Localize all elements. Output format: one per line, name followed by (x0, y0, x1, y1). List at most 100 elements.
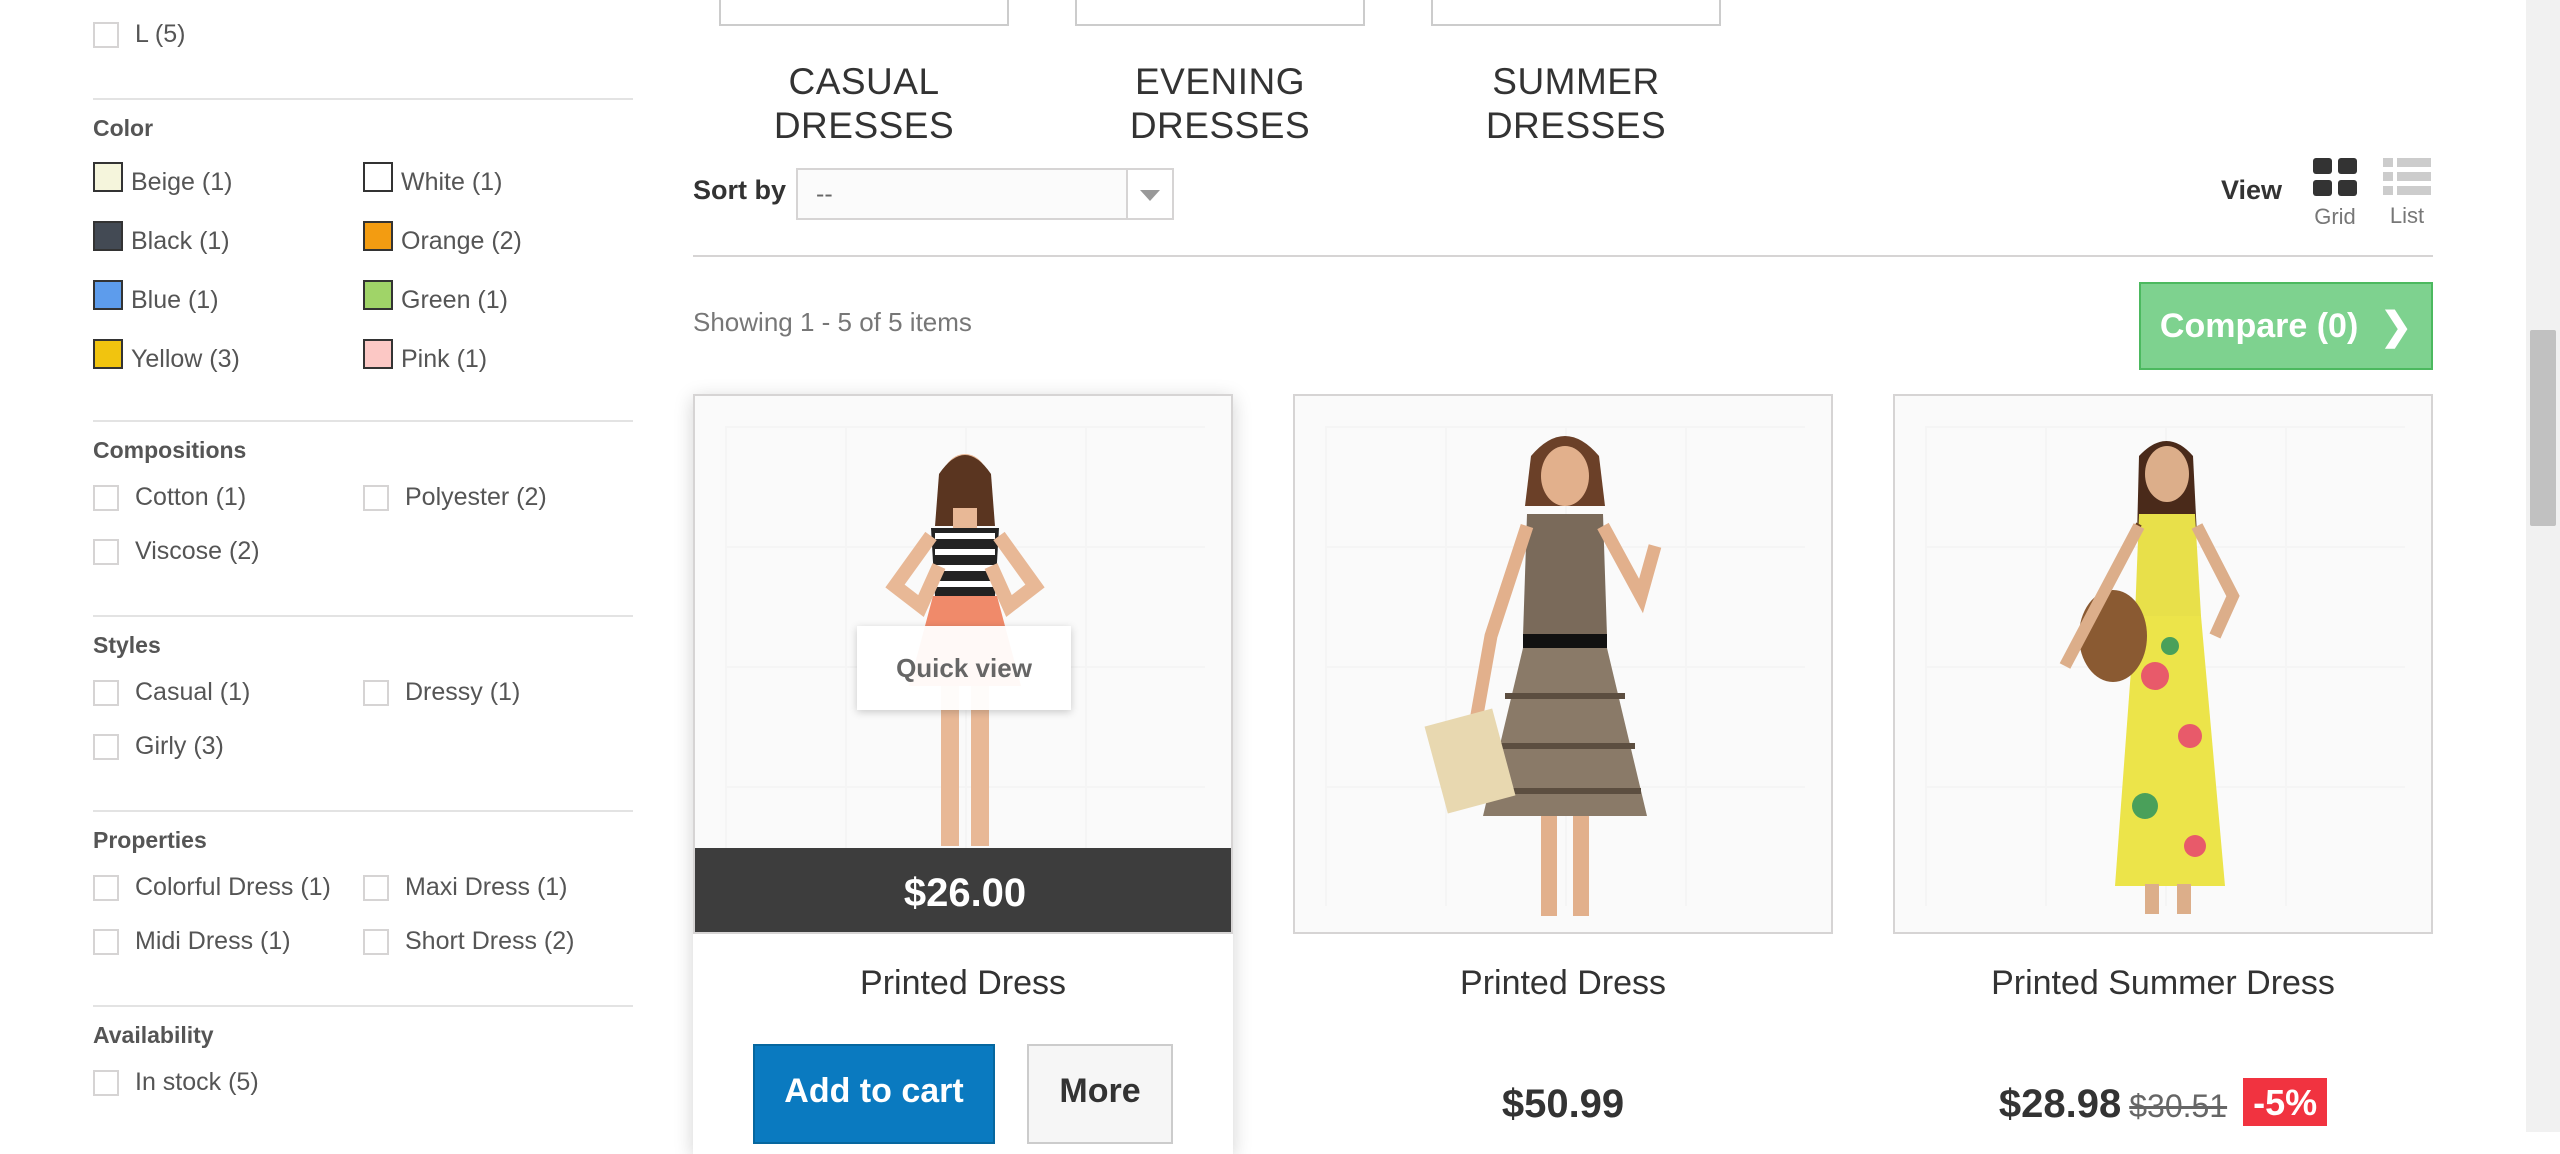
color-swatch[interactable] (93, 161, 123, 192)
filter-title-styles: Styles (93, 632, 161, 658)
filter-label: Black (1) (131, 227, 230, 255)
checkbox[interactable] (363, 874, 389, 901)
view-label: View (2221, 175, 2283, 205)
product-name[interactable]: Printed Dress (693, 964, 1233, 1003)
view-grid-button[interactable]: Grid (2313, 158, 2357, 230)
color-swatch[interactable] (93, 279, 123, 310)
filter-label: White (1) (401, 168, 503, 196)
filter-label: Blue (1) (131, 286, 219, 314)
filter-maxi-dress[interactable]: Maxi Dress (1) (363, 873, 568, 902)
filter-label: Orange (2) (401, 227, 522, 255)
filter-dressy[interactable]: Dressy (1) (363, 678, 520, 707)
compare-button[interactable]: Compare (0) ❯ (2139, 282, 2433, 370)
grid-icon (2313, 158, 2357, 196)
subcategory-image-evening[interactable] (1075, 0, 1365, 26)
subcategory-summer[interactable]: SUMMER DRESSES (1431, 60, 1721, 148)
scrollbar[interactable] (2526, 0, 2560, 1132)
filter-color-beige[interactable]: Beige (1) (93, 161, 233, 197)
filter-cotton[interactable]: Cotton (1) (93, 483, 246, 512)
add-to-cart-button[interactable]: Add to cart (753, 1044, 995, 1144)
filter-girly[interactable]: Girly (3) (93, 732, 224, 761)
checkbox[interactable] (93, 733, 119, 760)
product-card[interactable]: Quick view $26.00 Printed Dress Add to c… (693, 394, 1233, 1154)
product-price: $50.99 (1501, 1082, 1625, 1126)
subcategory-name: CASUAL (788, 61, 940, 102)
filter-label: Girly (3) (135, 732, 224, 760)
color-swatch[interactable] (363, 279, 393, 310)
color-swatch[interactable] (363, 161, 393, 192)
filter-title-color: Color (93, 115, 154, 141)
filter-label: Midi Dress (1) (135, 927, 291, 955)
filter-in-stock[interactable]: In stock (5) (93, 1068, 259, 1097)
divider (693, 255, 2433, 257)
subcategory-name: DRESSES (773, 105, 955, 146)
filter-color-orange[interactable]: Orange (2) (363, 220, 522, 256)
color-swatch[interactable] (93, 220, 123, 251)
old-price: $30.51 (2129, 1088, 2228, 1124)
filter-color-pink[interactable]: Pink (1) (363, 338, 487, 374)
filter-short-dress[interactable]: Short Dress (2) (363, 927, 574, 956)
checkbox[interactable] (93, 1069, 119, 1096)
dress-photo-icon (2059, 441, 2240, 914)
divider (93, 810, 633, 812)
filter-color-black[interactable]: Black (1) (93, 220, 230, 256)
checkbox[interactable] (363, 679, 389, 706)
color-swatch[interactable] (93, 338, 123, 369)
filter-size-l[interactable]: L (5) (93, 20, 185, 49)
checkbox[interactable] (93, 679, 119, 706)
filter-label: Dressy (1) (405, 678, 521, 706)
divider (93, 1005, 633, 1007)
filter-label: Short Dress (2) (405, 927, 575, 955)
chevron-down-icon[interactable] (1126, 170, 1172, 218)
filter-label: In stock (5) (135, 1068, 259, 1096)
divider (93, 98, 633, 100)
view-list-button[interactable]: List (2383, 158, 2431, 229)
filter-midi-dress[interactable]: Midi Dress (1) (93, 927, 291, 956)
product-image[interactable] (1293, 394, 1833, 934)
product-name[interactable]: Printed Dress (1293, 964, 1833, 1003)
sort-select[interactable]: -- (796, 168, 1174, 220)
product-image[interactable]: Quick view $26.00 (693, 394, 1233, 934)
filter-casual[interactable]: Casual (1) (93, 678, 250, 707)
subcategory-casual[interactable]: CASUAL DRESSES (719, 60, 1009, 148)
filter-label: Casual (1) (135, 678, 251, 706)
filter-label: Green (1) (401, 286, 508, 314)
quick-view-button[interactable]: Quick view (857, 626, 1071, 710)
checkbox[interactable] (93, 874, 119, 901)
product-price-row: $50.99 (1293, 1082, 1833, 1127)
checkbox[interactable] (93, 538, 119, 565)
checkbox[interactable] (363, 484, 389, 511)
filter-color-white[interactable]: White (1) (363, 161, 503, 197)
checkbox[interactable] (93, 484, 119, 511)
filter-label: Polyester (2) (405, 483, 547, 511)
checkbox[interactable] (93, 928, 119, 955)
filter-viscose[interactable]: Viscose (2) (93, 537, 260, 566)
results-count: Showing 1 - 5 of 5 items (693, 307, 972, 337)
filter-color-yellow[interactable]: Yellow (3) (93, 338, 240, 374)
filter-title-compositions: Compositions (93, 437, 247, 463)
filter-colorful-dress[interactable]: Colorful Dress (1) (93, 873, 331, 902)
subcategory-evening[interactable]: EVENING DRESSES (1075, 60, 1365, 148)
subcategory-image-summer[interactable] (1431, 0, 1721, 26)
product-image[interactable] (1893, 394, 2433, 934)
product-name[interactable]: Printed Summer Dress (1893, 964, 2433, 1003)
subcategory-name: DRESSES (1129, 105, 1311, 146)
checkbox[interactable] (363, 928, 389, 955)
more-button[interactable]: More (1027, 1044, 1173, 1144)
subcategory-name: EVENING (1134, 61, 1306, 102)
filter-color-green[interactable]: Green (1) (363, 279, 508, 315)
color-swatch[interactable] (363, 220, 393, 251)
checkbox[interactable] (93, 21, 119, 48)
filter-color-blue[interactable]: Blue (1) (93, 279, 219, 315)
subcategory-image-casual[interactable] (719, 0, 1009, 26)
divider (93, 420, 633, 422)
filter-polyester[interactable]: Polyester (2) (363, 483, 547, 512)
filter-label: Maxi Dress (1) (405, 873, 568, 901)
scrollbar-thumb[interactable] (2530, 330, 2556, 526)
view-list-label: List (2389, 203, 2425, 228)
discount-badge: -5% (2243, 1078, 2328, 1126)
product-price: $28.98 (1998, 1082, 2122, 1126)
filter-label: Beige (1) (131, 168, 233, 196)
color-swatch[interactable] (363, 338, 393, 369)
chevron-right-icon: ❯ (2380, 305, 2413, 348)
